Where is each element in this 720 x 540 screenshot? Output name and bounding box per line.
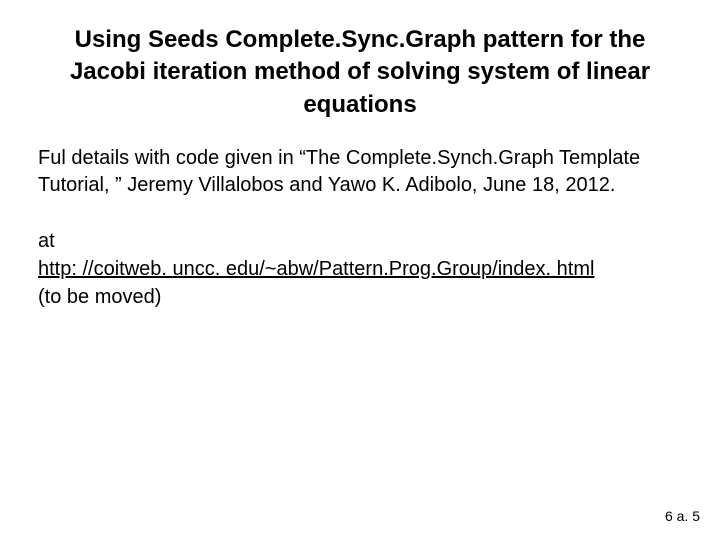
link-suffix: (to be moved) xyxy=(38,286,161,308)
page-number: 6 a. 5 xyxy=(665,508,700,524)
slide-title: Using Seeds Complete.Sync.Graph pattern … xyxy=(32,24,688,145)
paragraph-details: Ful details with code given in “The Comp… xyxy=(32,145,688,199)
paragraph-link-block: at http: //coitweb. uncc. edu/~abw/Patte… xyxy=(32,227,688,311)
slide: Using Seeds Complete.Sync.Graph pattern … xyxy=(0,0,720,540)
link-prefix: at xyxy=(38,230,55,252)
tutorial-url[interactable]: http: //coitweb. uncc. edu/~abw/Pattern.… xyxy=(38,258,594,280)
